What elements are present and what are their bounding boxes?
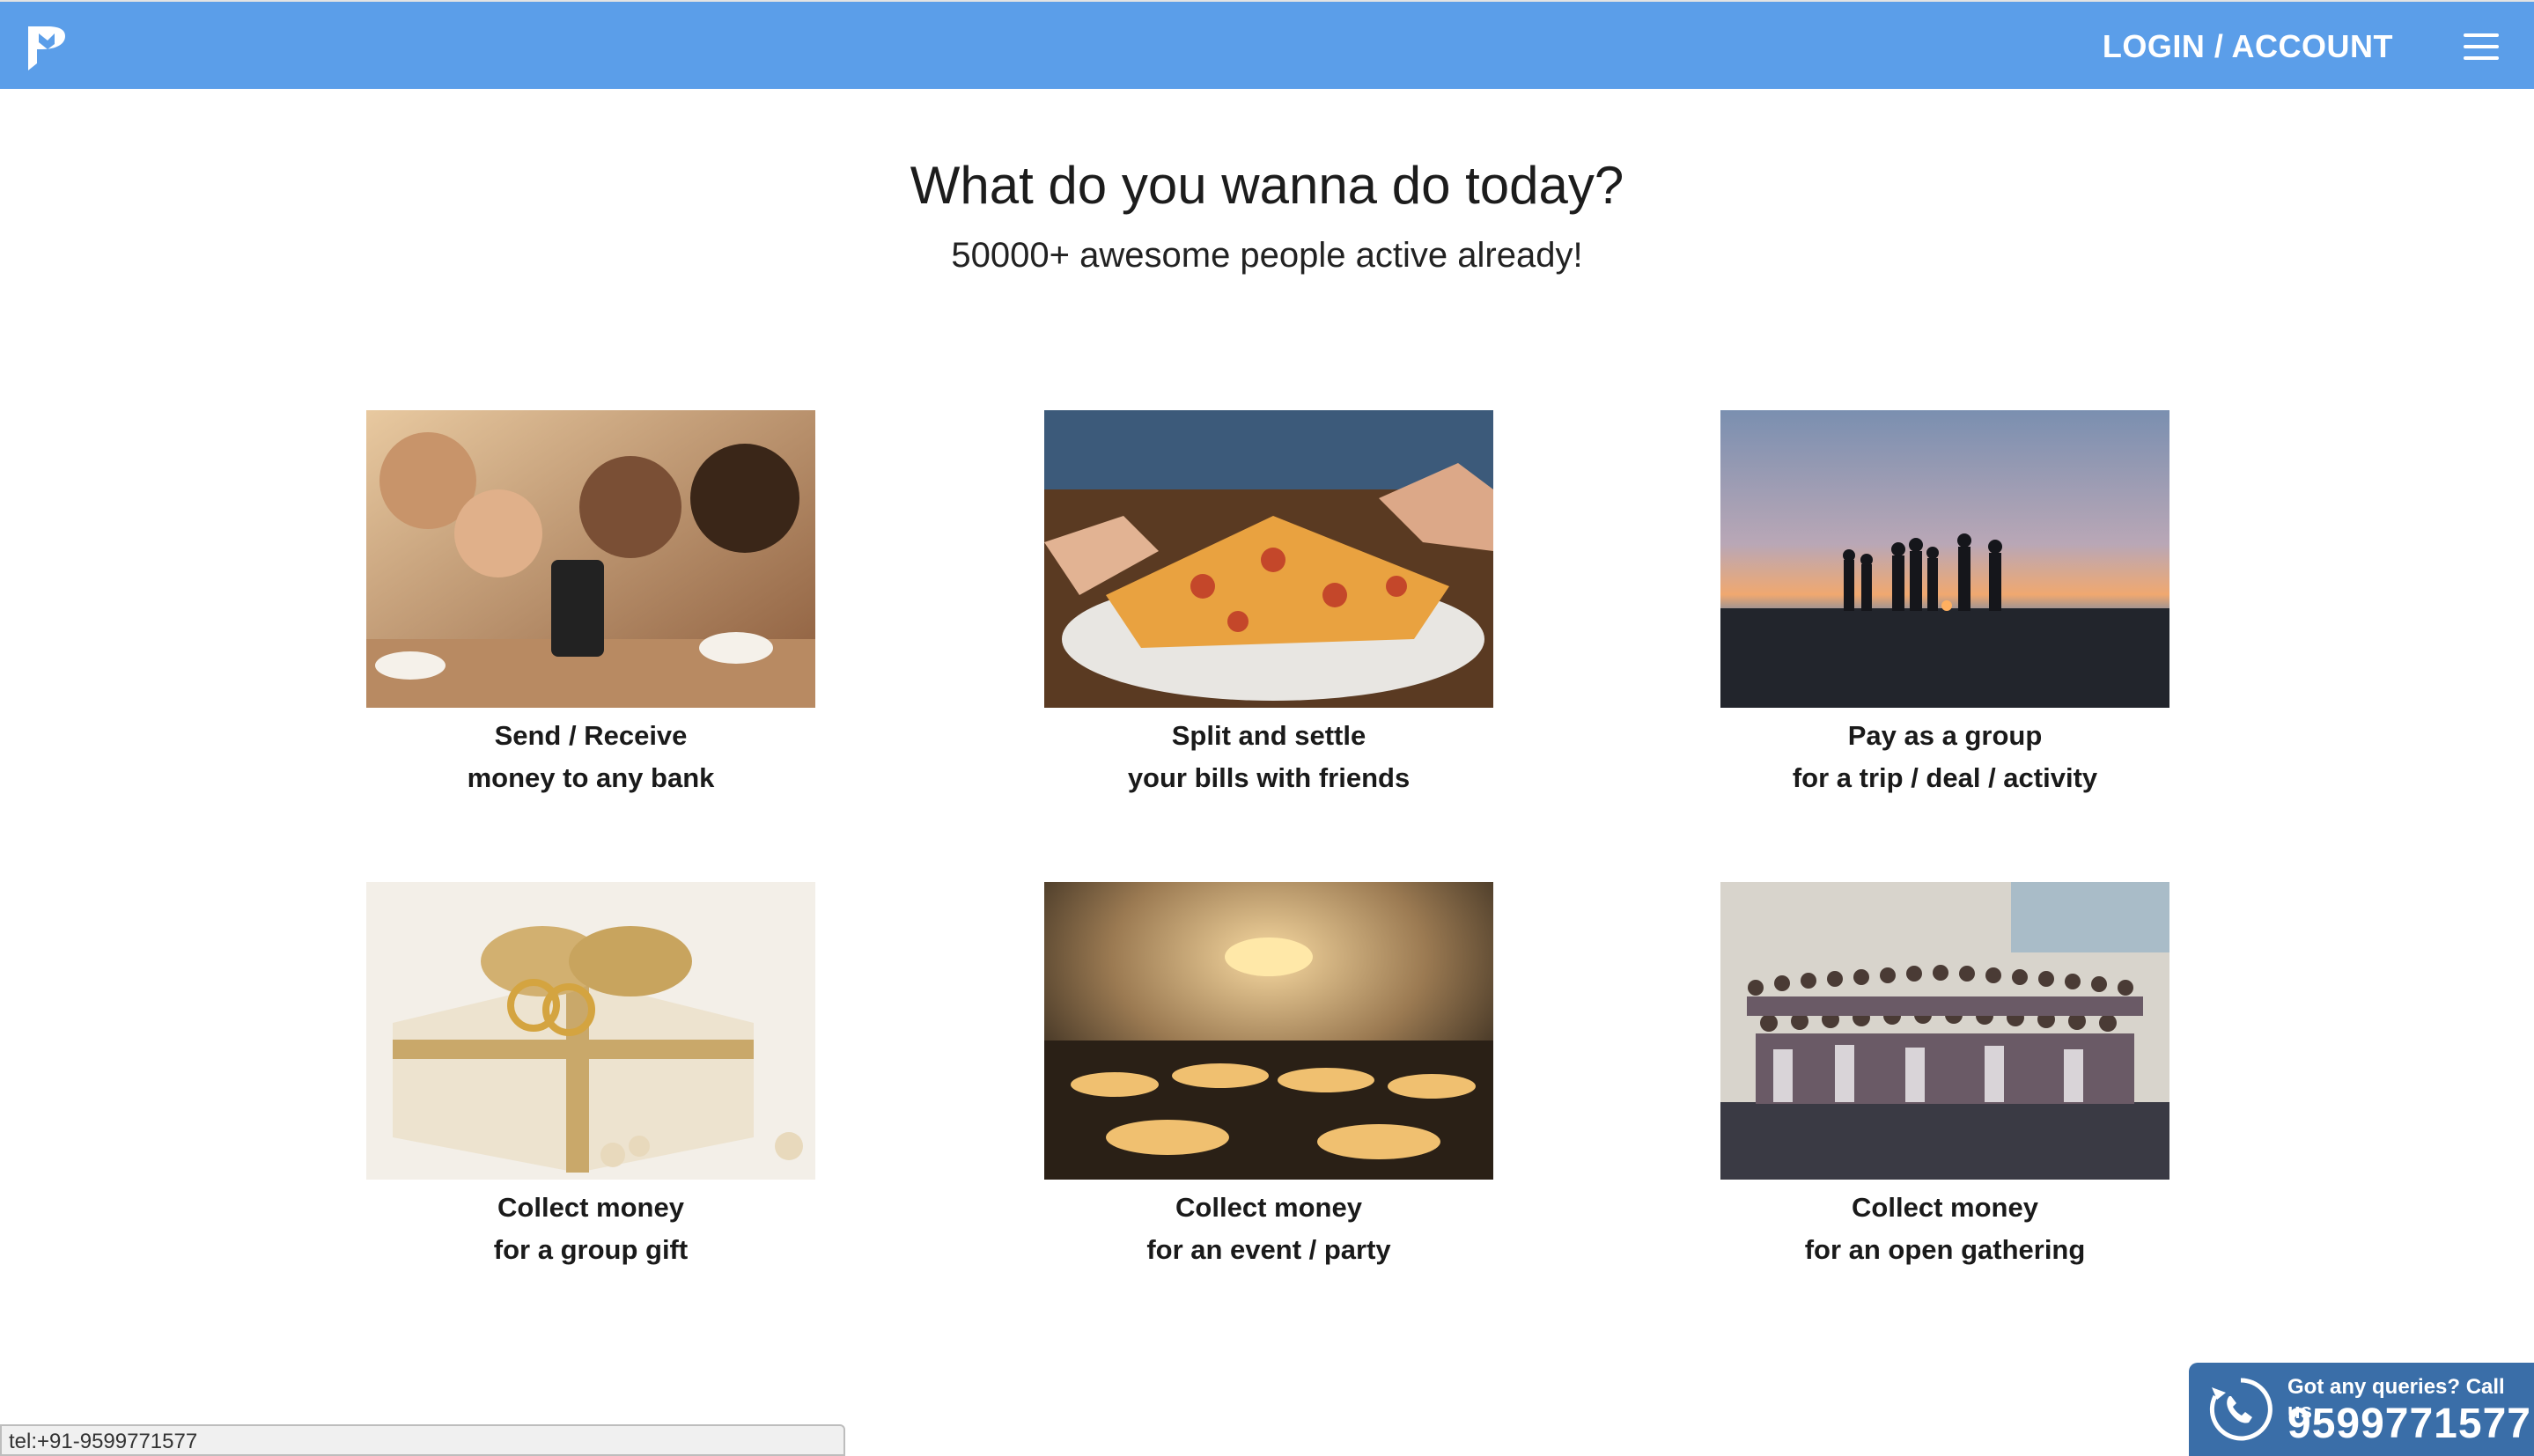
- call-us-widget[interactable]: Got any queries? Call us 9599771577: [2189, 1363, 2534, 1456]
- card-caption-line2: your bills with friends: [1127, 762, 1411, 793]
- card-caption: Pay as a group for a trip / deal / activ…: [1720, 715, 2169, 799]
- card-caption: Split and settle your bills with friends: [1044, 715, 1493, 799]
- option-card-open-gathering[interactable]: Collect money for an open gathering: [1720, 882, 2169, 1271]
- option-card-event-party[interactable]: Collect money for an event / party: [1044, 882, 1493, 1271]
- beach-sunset-group-photo: [1720, 410, 2169, 708]
- login-account-link[interactable]: LOGIN / ACCOUNT: [2103, 2, 2393, 91]
- option-card-split-bills[interactable]: Split and settle your bills with friends: [1044, 410, 1493, 799]
- gift-box-rings-photo: [366, 882, 815, 1180]
- card-caption-line2: for an open gathering: [1804, 1234, 2086, 1265]
- top-navbar: LOGIN / ACCOUNT: [0, 0, 2534, 89]
- hamburger-menu-icon[interactable]: [2464, 33, 2499, 60]
- option-card-group-gift[interactable]: Collect money for a group gift: [366, 882, 815, 1271]
- card-caption-line2: money to any bank: [467, 762, 715, 793]
- page-subtitle: 50000+ awesome people active already!: [951, 236, 1583, 275]
- brand-logo-icon[interactable]: [25, 23, 70, 74]
- card-caption: Collect money for an event / party: [1044, 1187, 1493, 1271]
- card-caption-line1: Collect money: [1175, 1192, 1362, 1223]
- card-caption-line1: Split and settle: [1171, 720, 1366, 751]
- browser-status-bar: tel:+91-9599771577: [0, 1424, 845, 1456]
- card-caption: Send / Receive money to any bank: [366, 715, 815, 799]
- card-caption-line2: for an event / party: [1146, 1234, 1391, 1265]
- call-us-phone-number[interactable]: 9599771577: [2287, 1400, 2531, 1448]
- card-caption-line1: Collect money: [1852, 1192, 2038, 1223]
- option-card-pay-group[interactable]: Pay as a group for a trip / deal / activ…: [1720, 410, 2169, 799]
- option-card-send-receive[interactable]: Send / Receive money to any bank: [366, 410, 815, 799]
- banquet-hall-photo: [1044, 882, 1493, 1180]
- card-caption: Collect money for an open gathering: [1720, 1187, 2169, 1271]
- card-caption-line1: Pay as a group: [1847, 720, 2043, 751]
- card-caption-line1: Send / Receive: [494, 720, 688, 751]
- page-title: What do you wanna do today?: [910, 156, 1624, 215]
- phone-call-icon: [2206, 1375, 2275, 1444]
- card-caption-line1: Collect money: [497, 1192, 684, 1223]
- card-caption-line2: for a group gift: [493, 1234, 689, 1265]
- card-caption: Collect money for a group gift: [366, 1187, 815, 1271]
- card-caption-line2: for a trip / deal / activity: [1792, 762, 2098, 793]
- friends-with-phone-photo: [366, 410, 815, 708]
- pizza-sharing-photo: [1044, 410, 1493, 708]
- large-group-photo: [1720, 882, 2169, 1180]
